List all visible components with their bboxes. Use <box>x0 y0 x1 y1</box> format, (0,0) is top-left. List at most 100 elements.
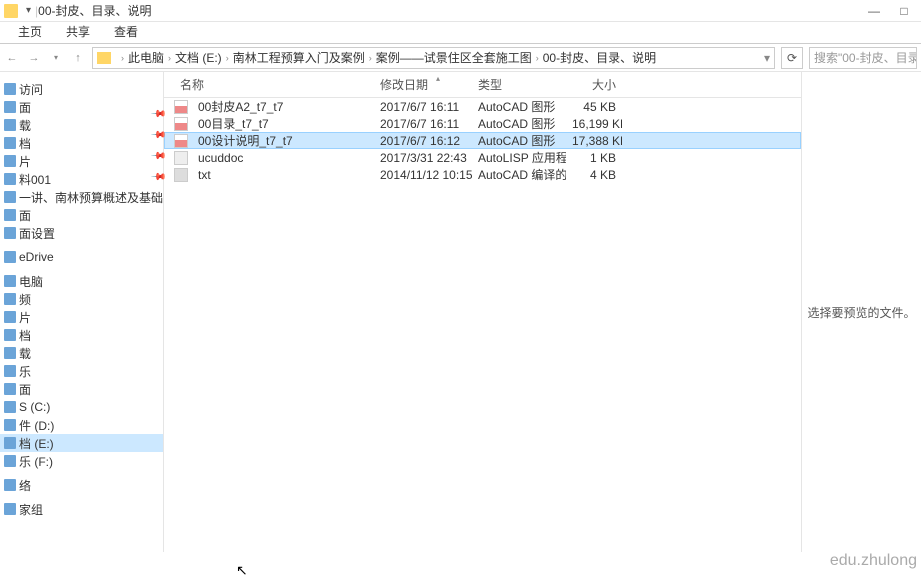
sidebar-item-icon <box>4 209 16 221</box>
file-date: 2017/6/7 16:12 <box>374 134 472 148</box>
file-name: ucuddoc <box>192 151 374 165</box>
folder-icon <box>4 4 18 18</box>
maximize-button[interactable]: □ <box>897 4 911 18</box>
sidebar-item[interactable]: 电脑 <box>0 272 163 290</box>
sidebar-item-icon <box>4 275 16 287</box>
breadcrumb[interactable]: 案例——试景住区全套施工图 <box>376 49 532 66</box>
sidebar-item[interactable]: 乐 <box>0 362 163 380</box>
address-bar[interactable]: › 此电脑 › 文档 (E:) › 南林工程预算入门及案例 › 案例——试景住区… <box>92 47 775 69</box>
file-size: 1 KB <box>566 151 622 165</box>
sidebar-item[interactable]: 面 <box>0 380 163 398</box>
sidebar-item[interactable]: 访问 <box>0 80 163 98</box>
sort-indicator-icon: ▴ <box>436 74 440 83</box>
sidebar-item-icon <box>4 329 16 341</box>
sidebar-item[interactable]: S (C:) <box>0 398 163 416</box>
sidebar-item-icon <box>4 347 16 359</box>
header-name[interactable]: 名称 <box>174 76 374 93</box>
sidebar-item[interactable]: 料001 <box>0 170 163 188</box>
sidebar-item[interactable]: 档 <box>0 134 163 152</box>
sidebar-item[interactable]: 片 <box>0 308 163 326</box>
file-name: 00设计说明_t7_t7 <box>192 132 374 149</box>
history-dropdown-icon[interactable]: ▾ <box>48 50 64 66</box>
up-button[interactable]: ↑ <box>70 50 86 66</box>
preview-message: 选择要预览的文件。 <box>807 304 915 321</box>
sidebar-item[interactable]: 面 <box>0 206 163 224</box>
sidebar-item[interactable]: 一讲、南林预算概述及基础知识 <box>0 188 163 206</box>
sidebar-item[interactable]: 面 <box>0 98 163 116</box>
file-row[interactable]: 00封皮A2_t7_t72017/6/7 16:11AutoCAD 图形45 K… <box>164 98 801 115</box>
sidebar-item[interactable]: 档 <box>0 326 163 344</box>
sidebar-item-label: 片 <box>19 153 31 170</box>
forward-button[interactable]: → <box>26 50 42 66</box>
sidebar-item[interactable]: 片 <box>0 152 163 170</box>
file-row[interactable]: 00设计说明_t7_t72017/6/7 16:12AutoCAD 图形17,3… <box>164 132 801 149</box>
sidebar-item-label: 乐 <box>19 363 31 380</box>
tab-home[interactable]: 主页 <box>6 20 54 43</box>
nav-bar: ← → ▾ ↑ › 此电脑 › 文档 (E:) › 南林工程预算入门及案例 › … <box>0 44 921 72</box>
sidebar-item-icon <box>4 155 16 167</box>
sidebar-item-icon <box>4 137 16 149</box>
file-list: ▴ 名称 修改日期 类型 大小 📌 📌 📌 📌 00封皮A2_t7_t72017… <box>164 72 801 552</box>
sidebar-item[interactable]: 载 <box>0 116 163 134</box>
file-name: 00封皮A2_t7_t7 <box>192 98 374 115</box>
sidebar-item[interactable]: 频 <box>0 290 163 308</box>
file-icon <box>174 117 188 131</box>
breadcrumb[interactable]: 南林工程预算入门及案例 <box>233 49 365 66</box>
sidebar-item[interactable]: 载 <box>0 344 163 362</box>
refresh-button[interactable]: ⟳ <box>781 47 803 69</box>
sidebar-item[interactable]: 络 <box>0 476 163 494</box>
sidebar-item[interactable]: 面设置 <box>0 224 163 242</box>
file-row[interactable]: ucuddoc2017/3/31 22:43AutoLISP 应用程...1 K… <box>164 149 801 166</box>
sidebar-item-label: 频 <box>19 291 31 308</box>
dropdown-icon[interactable]: ▾ <box>26 5 31 16</box>
sidebar-item-icon <box>4 503 16 515</box>
file-row[interactable]: 00目录_t7_t72017/6/7 16:11AutoCAD 图形16,199… <box>164 115 801 132</box>
breadcrumb[interactable]: 此电脑 <box>128 49 164 66</box>
sidebar-item[interactable]: 乐 (F:) <box>0 452 163 470</box>
sidebar-item-label: 乐 (F:) <box>19 453 53 470</box>
file-icon <box>174 151 188 165</box>
sidebar-item-label: 载 <box>19 345 31 362</box>
file-type: AutoCAD 图形 <box>472 132 566 149</box>
sidebar-item-label: eDrive <box>19 250 54 264</box>
sidebar-item[interactable]: 家组 <box>0 500 163 518</box>
file-type: AutoCAD 图形 <box>472 98 566 115</box>
cursor-icon: ↖ <box>236 562 248 579</box>
sidebar-item-icon <box>4 311 16 323</box>
address-dropdown-icon[interactable]: ▾ <box>764 51 770 65</box>
breadcrumb[interactable]: 文档 (E:) <box>175 49 222 66</box>
sidebar-item-label: 一讲、南林预算概述及基础知识 <box>19 189 164 206</box>
tab-share[interactable]: 共享 <box>54 20 102 43</box>
search-input[interactable]: 搜索"00-封皮、目录、说明 <box>809 47 917 69</box>
sidebar-item-icon <box>4 437 16 449</box>
sidebar-item-icon <box>4 455 16 467</box>
file-type: AutoCAD 编译的形 <box>472 166 566 183</box>
sidebar-item[interactable]: 件 (D:) <box>0 416 163 434</box>
back-button[interactable]: ← <box>4 50 20 66</box>
tab-view[interactable]: 查看 <box>102 20 150 43</box>
sidebar-item-icon <box>4 173 16 185</box>
breadcrumb[interactable]: 00-封皮、目录、说明 <box>543 49 656 66</box>
sidebar-item-icon <box>4 101 16 113</box>
sidebar-item-icon <box>4 419 16 431</box>
chevron-right-icon: › <box>226 53 229 63</box>
sidebar-item-label: 档 <box>19 327 31 344</box>
header-size[interactable]: 大小 <box>566 76 622 93</box>
sidebar-item-label: 档 (E:) <box>19 435 54 452</box>
sidebar-item-icon <box>4 479 16 491</box>
file-date: 2017/6/7 16:11 <box>374 100 472 114</box>
chevron-right-icon: › <box>168 53 171 63</box>
watermark: edu.zhulong <box>830 552 917 570</box>
file-icon <box>174 134 188 148</box>
sidebar-item-icon <box>4 191 16 203</box>
column-headers: ▴ 名称 修改日期 类型 大小 <box>164 72 801 98</box>
sidebar-item[interactable]: 档 (E:) <box>0 434 163 452</box>
minimize-button[interactable]: — <box>867 4 881 18</box>
file-row[interactable]: txt2014/11/12 10:15AutoCAD 编译的形4 KB <box>164 166 801 183</box>
sidebar-item-label: S (C:) <box>19 400 50 414</box>
file-name: 00目录_t7_t7 <box>192 115 374 132</box>
header-date[interactable]: 修改日期 <box>374 76 472 93</box>
pin-column: 📌 📌 📌 📌 <box>150 108 162 188</box>
sidebar-item[interactable]: eDrive <box>0 248 163 266</box>
header-type[interactable]: 类型 <box>472 76 566 93</box>
